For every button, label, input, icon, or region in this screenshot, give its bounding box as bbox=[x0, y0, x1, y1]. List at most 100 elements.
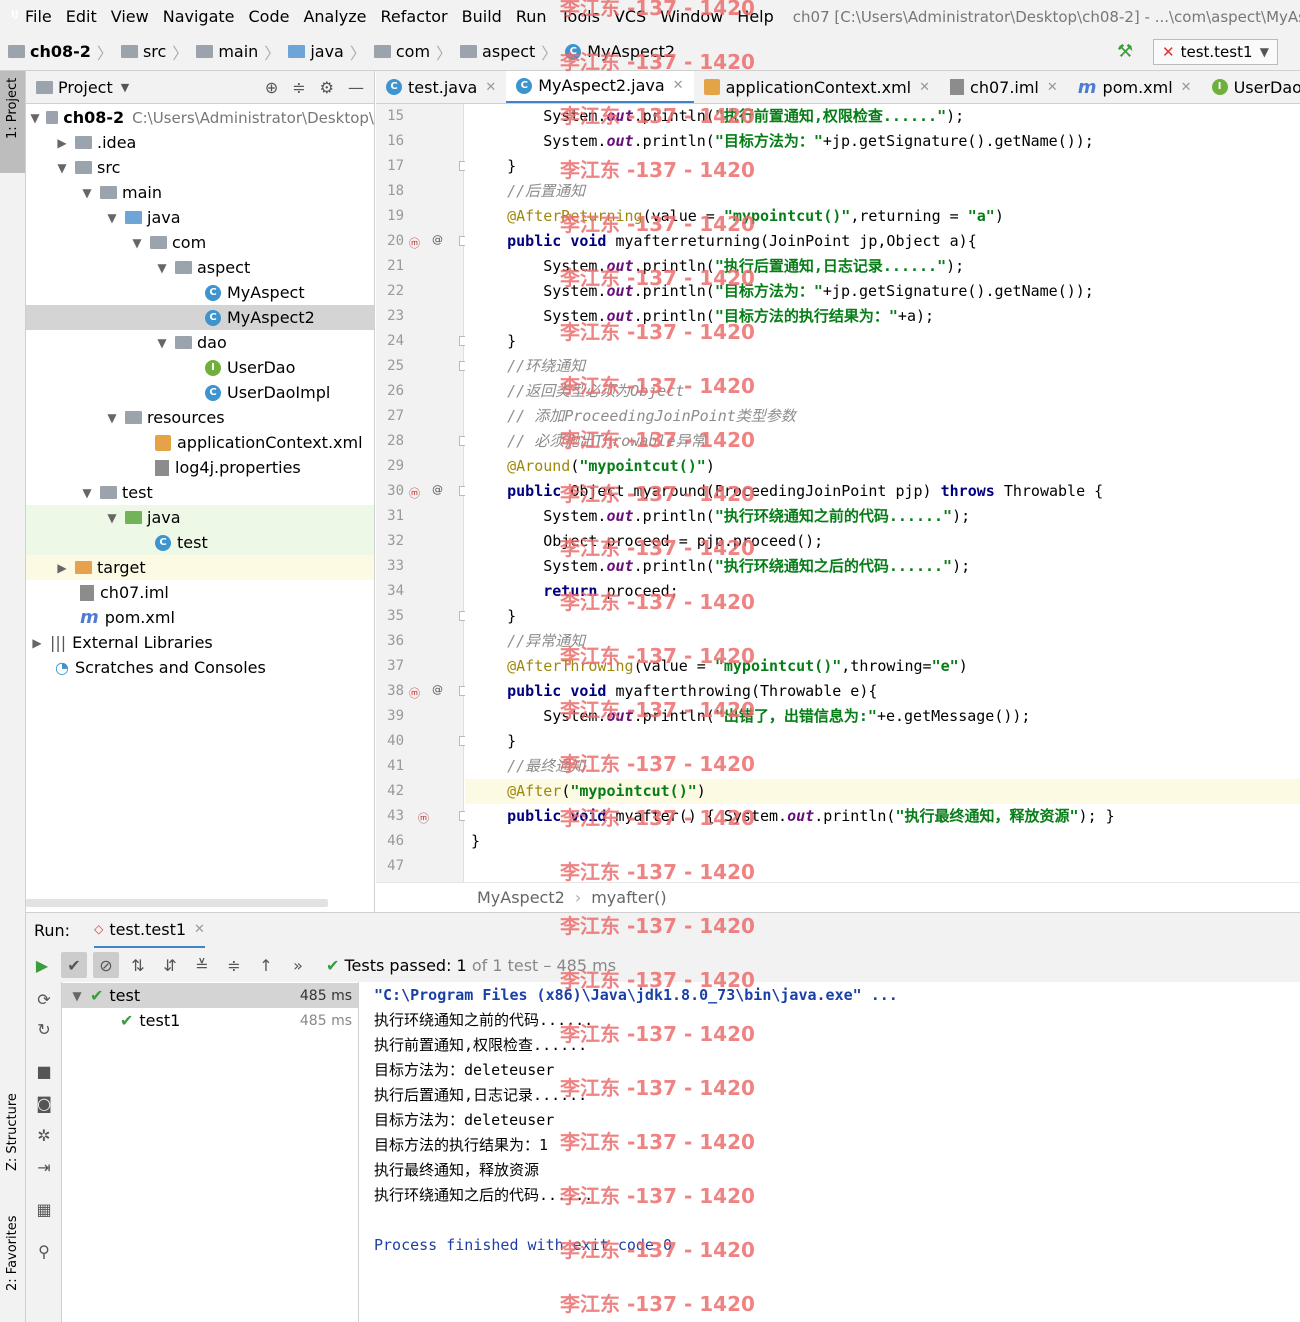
crumb-myaspect2[interactable]: C MyAspect2 bbox=[557, 42, 675, 61]
tree-item-log4j[interactable]: log4j.properties bbox=[26, 455, 374, 480]
crumb-aspect[interactable]: aspect 〉 bbox=[452, 40, 557, 64]
aspect-advice-icon[interactable]: @ bbox=[432, 233, 443, 246]
tree-item-scratches[interactable]: ◔ Scratches and Consoles bbox=[26, 655, 374, 680]
code-editor[interactable]: System.out.println("执行前置通知,权限检查......");… bbox=[465, 104, 1300, 882]
pin-icon[interactable]: ⚲ bbox=[31, 1238, 57, 1264]
menu-file[interactable]: File bbox=[18, 7, 59, 26]
collapse-all-icon[interactable]: ≑ bbox=[221, 952, 247, 978]
run-tab-test-test1[interactable]: ◇ test.test1 ✕ bbox=[94, 913, 205, 949]
tree-item-project-root[interactable]: ▼ ch08-2 C:\Users\Administrator\Desktop\ bbox=[26, 105, 374, 130]
tree-item-aspect[interactable]: ▼ aspect bbox=[26, 255, 374, 280]
tree-item-test-folder[interactable]: ▼ test bbox=[26, 480, 374, 505]
menu-tools[interactable]: Tools bbox=[554, 7, 607, 26]
menu-code[interactable]: Code bbox=[242, 7, 297, 26]
tree-item-myaspect[interactable]: C MyAspect bbox=[26, 280, 374, 305]
method-gutter-icon[interactable]: ⓜ bbox=[409, 485, 420, 501]
arrow-up-icon[interactable]: ↑ bbox=[253, 952, 279, 978]
chevron-down-icon[interactable]: ▼ bbox=[121, 81, 129, 94]
tree-item-userdao[interactable]: I UserDao bbox=[26, 355, 374, 380]
run-configuration-select[interactable]: ✕ test.test1 ▼ bbox=[1153, 39, 1278, 65]
test-suite-row[interactable]: ▼ ✔ test 485 ms bbox=[62, 983, 358, 1008]
menu-help[interactable]: Help bbox=[730, 7, 780, 26]
import-tests-icon[interactable]: ⇥ bbox=[31, 1154, 57, 1180]
method-gutter-icon[interactable]: ⓜ bbox=[409, 685, 420, 701]
close-icon[interactable]: ✕ bbox=[919, 80, 930, 95]
menu-view[interactable]: View bbox=[104, 7, 156, 26]
menu-run[interactable]: Run bbox=[509, 7, 554, 26]
tree-item-idea[interactable]: ▶ .idea bbox=[26, 130, 374, 155]
gear-icon[interactable]: ⚙ bbox=[320, 78, 334, 97]
menu-edit[interactable]: Edit bbox=[59, 7, 104, 26]
tab-applicationcontext-xml[interactable]: applicationContext.xml ✕ bbox=[694, 71, 940, 103]
breadcrumb-method[interactable]: myafter() bbox=[591, 888, 666, 907]
close-icon[interactable]: ✕ bbox=[1181, 80, 1192, 95]
tree-item-main[interactable]: ▼ main bbox=[26, 180, 374, 205]
test-case-row[interactable]: ✔ test1 485 ms bbox=[62, 1008, 358, 1033]
show-passed-icon[interactable]: ✔ bbox=[61, 952, 87, 978]
tree-item-test-class[interactable]: Ctest bbox=[26, 530, 374, 555]
more-actions-icon[interactable]: » bbox=[285, 952, 311, 978]
crumb-com[interactable]: com 〉 bbox=[366, 40, 452, 64]
tab-myaspect2-java[interactable]: C MyAspect2.java ✕ bbox=[506, 71, 694, 103]
tree-item-pom[interactable]: m pom.xml bbox=[26, 605, 374, 630]
close-icon[interactable]: ✕ bbox=[194, 922, 205, 937]
rerun-icon[interactable]: ▶ bbox=[29, 952, 55, 978]
project-tool-button[interactable]: 1: Project bbox=[5, 78, 20, 139]
menu-analyze[interactable]: Analyze bbox=[296, 7, 373, 26]
code-line: @AfterReturning(value = "mypointcut()",r… bbox=[471, 207, 1004, 225]
close-icon[interactable]: ✕ bbox=[673, 78, 684, 93]
collapse-all-icon[interactable]: ≑ bbox=[292, 78, 305, 97]
tab-test-java[interactable]: Ctest.java ✕ bbox=[376, 71, 506, 103]
crumb-java[interactable]: java 〉 bbox=[280, 40, 366, 64]
sort-alpha-icon[interactable]: ⇅ bbox=[125, 952, 151, 978]
tree-item-applicationcontext[interactable]: applicationContext.xml bbox=[26, 430, 374, 455]
console-output[interactable]: "C:\Program Files (x86)\Java\jdk1.8.0_73… bbox=[360, 982, 1300, 1322]
aspect-advice-icon[interactable]: @ bbox=[432, 483, 443, 496]
tab-ch07-iml[interactable]: ch07.iml ✕ bbox=[940, 71, 1068, 103]
horizontal-scrollbar[interactable] bbox=[26, 899, 328, 907]
crumb-project[interactable]: ch08-2 〉 bbox=[0, 40, 113, 64]
tree-item-dao[interactable]: ▼ dao bbox=[26, 330, 374, 355]
crumb-main[interactable]: main 〉 bbox=[188, 40, 280, 64]
toggle-auto-test-icon[interactable]: ↻ bbox=[31, 1016, 57, 1042]
menu-build[interactable]: Build bbox=[455, 7, 509, 26]
menu-window[interactable]: Window bbox=[653, 7, 730, 26]
crumb-src[interactable]: src 〉 bbox=[113, 40, 188, 64]
tree-item-src[interactable]: ▼ src bbox=[26, 155, 374, 180]
method-gutter-icon[interactable]: ⓜ bbox=[409, 235, 420, 251]
menu-refactor[interactable]: Refactor bbox=[374, 7, 455, 26]
build-hammer-icon[interactable]: ⚒ bbox=[1117, 41, 1133, 62]
tree-item-test-java[interactable]: ▼ java bbox=[26, 505, 374, 530]
project-view-select[interactable]: Project bbox=[58, 78, 113, 97]
hide-panel-icon[interactable]: — bbox=[348, 78, 364, 97]
sort-duration-icon[interactable]: ⇵ bbox=[157, 952, 183, 978]
stop-icon[interactable]: ■ bbox=[31, 1058, 57, 1084]
locate-file-icon[interactable]: ⊕ bbox=[265, 78, 278, 97]
breadcrumb-class[interactable]: MyAspect2 bbox=[477, 888, 565, 907]
tree-item-java[interactable]: ▼ java bbox=[26, 205, 374, 230]
editor-gutter[interactable]: 15 16 17 18 19 20 21 22 23 24 25 26 27 2… bbox=[376, 104, 496, 882]
favorites-tool-button[interactable]: 2: Favorites bbox=[5, 1215, 20, 1291]
structure-tool-button[interactable]: Z: Structure bbox=[5, 1093, 20, 1171]
tab-userdao-java[interactable]: IUserDao.java bbox=[1202, 71, 1300, 103]
camera-icon[interactable]: ◙ bbox=[31, 1090, 57, 1116]
tree-item-myaspect2[interactable]: C MyAspect2 bbox=[26, 305, 374, 330]
close-icon[interactable]: ✕ bbox=[1047, 80, 1058, 95]
tree-item-ch07-iml[interactable]: ch07.iml bbox=[26, 580, 374, 605]
rerun-failed-icon[interactable]: ⟳ bbox=[31, 986, 57, 1012]
settings-icon[interactable]: ✲ bbox=[31, 1122, 57, 1148]
tree-item-userdaoimpl[interactable]: C UserDaoImpl bbox=[26, 380, 374, 405]
method-gutter-icon[interactable]: ⓜ bbox=[418, 810, 429, 826]
tree-item-target[interactable]: ▶ target bbox=[26, 555, 374, 580]
close-icon[interactable]: ✕ bbox=[485, 80, 496, 95]
tree-item-resources[interactable]: ▼ resources bbox=[26, 405, 374, 430]
tree-item-com[interactable]: ▼ com bbox=[26, 230, 374, 255]
expand-all-icon[interactable]: ≚ bbox=[189, 952, 215, 978]
tab-pom-xml[interactable]: m pom.xml ✕ bbox=[1068, 71, 1202, 103]
aspect-advice-icon[interactable]: @ bbox=[432, 683, 443, 696]
tree-item-external-libraries[interactable]: ▶ ||| External Libraries bbox=[26, 630, 374, 655]
menu-vcs[interactable]: VCS bbox=[607, 7, 653, 26]
layout-icon[interactable]: ▦ bbox=[31, 1196, 57, 1222]
show-ignored-icon[interactable]: ⊘ bbox=[93, 952, 119, 978]
menu-navigate[interactable]: Navigate bbox=[156, 7, 242, 26]
